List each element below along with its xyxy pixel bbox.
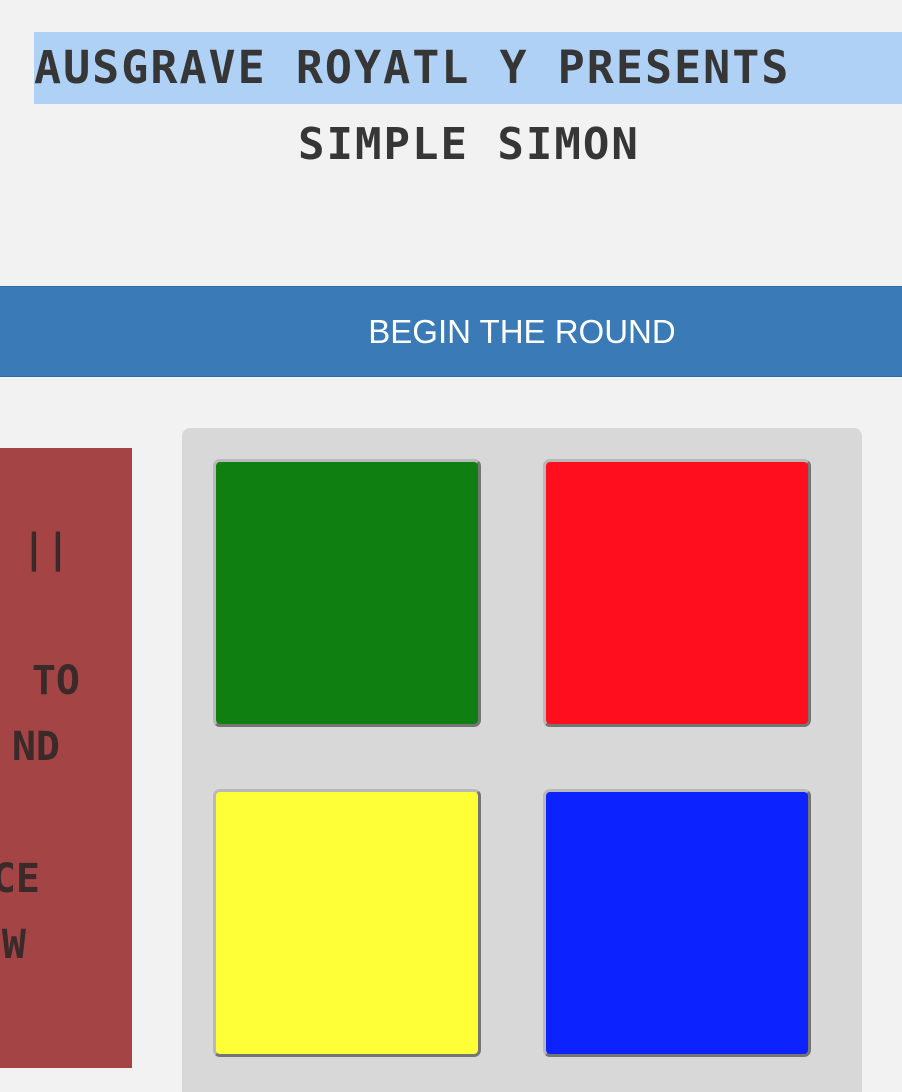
title-line-2: SIMPLE SIMON (298, 119, 640, 170)
instructions-panel: S || TO ND CE W (0, 448, 132, 1068)
simon-board (182, 428, 862, 1092)
begin-round-button[interactable]: BEGIN THE ROUND (0, 286, 902, 377)
instructions-line: S || (0, 526, 70, 572)
title-line-1: AUSGRAVE ROYATL Y PRESENTS (34, 32, 902, 104)
yellow-pad[interactable] (213, 789, 481, 1057)
red-pad[interactable] (543, 459, 811, 727)
instructions-line: TO (31, 658, 80, 704)
instructions-line: ND (11, 724, 60, 770)
instructions-line: CE (0, 856, 40, 902)
blue-pad[interactable] (543, 789, 811, 1057)
page: AUSGRAVE ROYATL Y PRESENTS SIMPLE SIMON … (0, 0, 902, 1092)
green-pad[interactable] (213, 459, 481, 727)
instructions-line: W (1, 922, 26, 968)
